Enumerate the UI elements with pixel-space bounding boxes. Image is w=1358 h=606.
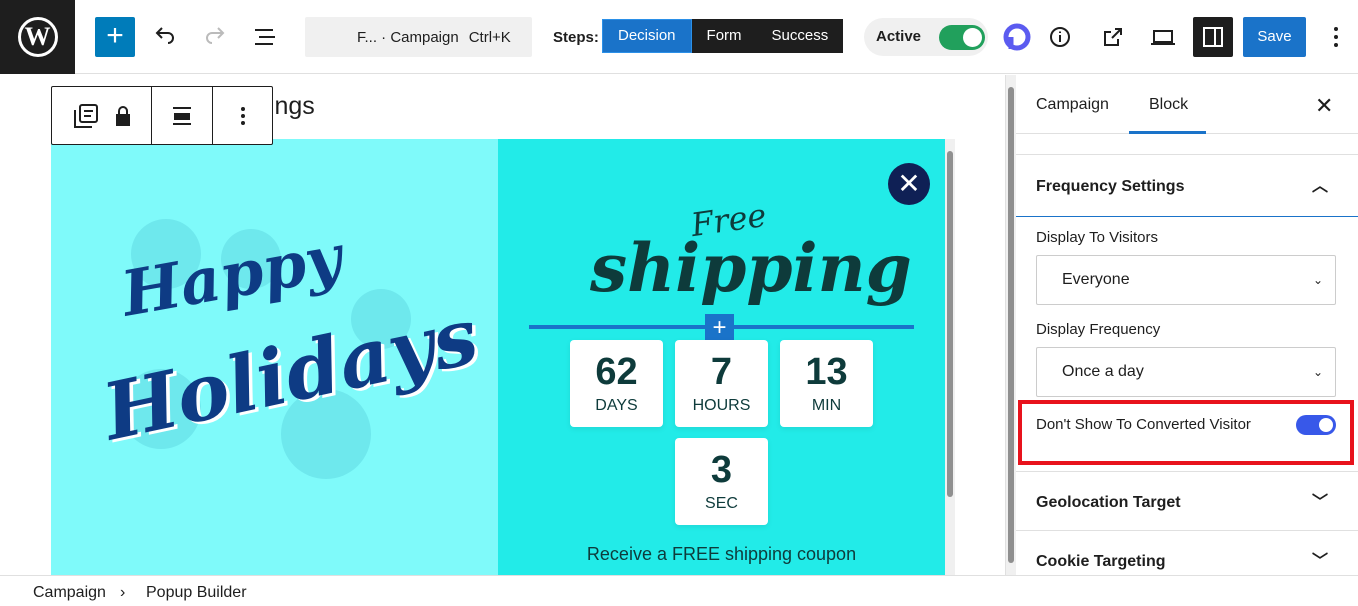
status-label: Active [876,28,922,45]
steps-label: Steps: [553,29,599,46]
status-toggle[interactable] [939,25,985,50]
device-preview-button[interactable] [1146,20,1180,54]
sidebar-icon [1203,27,1223,47]
popup-image-panel[interactable]: Happy Holidays [51,139,498,575]
cookie-targeting-title: Cookie Targeting [1036,553,1166,570]
settings-sidebar-button[interactable] [1193,17,1233,57]
breadcrumb: Campaign › Popup Builder [0,575,1358,606]
coupon-text: Receive a FREE shipping coupon [586,544,857,564]
countdown-unit: MIN [811,397,842,414]
countdown-unit: DAYS [595,397,638,414]
editor-canvas: ttings Happy Holidays ✕ Free shipping + … [0,75,1005,575]
command-shortcut: Ctrl+K [468,28,511,46]
geolocation-target-header[interactable]: Geolocation Target ﹀ [1016,471,1358,531]
countdown-hours: 7 HOURS [675,340,768,427]
countdown-days: 62 DAYS [570,340,663,427]
cookie-targeting-header[interactable]: Cookie Targeting ﹀ [1016,530,1358,575]
undo-button[interactable] [148,20,182,54]
more-vertical-icon [1334,27,1338,47]
document-overview-button[interactable] [248,20,282,54]
add-block-inline-button[interactable]: + [705,314,734,343]
display-to-visitors-label: Display To Visitors [1036,229,1158,246]
countdown-unit: HOURS [692,397,751,414]
chevron-up-icon: ︿ [1311,178,1328,195]
command-title: F... · Campaign [357,28,459,46]
laptop-icon [1151,30,1175,45]
list-view-icon [255,29,275,45]
steps-switcher: Decision Form Success [602,19,844,53]
wordpress-logo-button[interactable]: W [0,0,75,74]
external-link-icon [1104,28,1122,46]
block-options-group [213,87,272,144]
top-toolbar: W + F... · Campaign Ctrl+K Steps: Decisi… [0,0,1358,74]
shipping-text: shipping [590,229,912,307]
plugin-logo-button[interactable] [1000,20,1034,54]
align-icon[interactable] [171,105,193,127]
geolocation-target-title: Geolocation Target [1036,494,1181,511]
align-group [152,87,213,144]
more-vertical-icon[interactable] [240,106,246,126]
sidebar-tabs: Campaign Block ✕ [1016,75,1358,134]
popup-scrollbar[interactable] [947,151,953,497]
info-icon [1050,27,1070,47]
step-success[interactable]: Success [757,19,844,53]
countdown-seconds: 3 SEC [675,438,768,525]
redo-icon [206,27,225,44]
countdown-unit: SEC [705,495,738,512]
countdown-minutes: 13 MIN [780,340,873,427]
info-button[interactable] [1043,20,1077,54]
chevron-down-icon: ⌄ [1312,365,1323,379]
block-type-icon[interactable] [72,102,100,130]
display-frequency-value: Once a day [1062,363,1144,380]
plugin-logo-icon [1003,23,1031,51]
save-button[interactable]: Save [1243,17,1306,57]
chevron-down-icon: ﹀ [1311,553,1328,570]
active-tab-indicator [1129,131,1206,134]
frequency-settings-header[interactable]: Frequency Settings ︿ [1016,154,1358,217]
step-form[interactable]: Form [692,19,757,53]
lock-icon[interactable] [114,105,132,127]
countdown-value: 62 [595,351,638,393]
block-type-group [52,87,152,144]
display-frequency-label: Display Frequency [1036,321,1161,338]
editor-scrollbar-track [1005,75,1016,575]
breadcrumb-campaign[interactable]: Campaign [33,584,106,602]
frequency-settings-title: Frequency Settings [1036,178,1185,195]
undo-icon [155,27,174,44]
block-toolbar [51,86,273,145]
close-sidebar-button[interactable]: ✕ [1315,93,1333,119]
chevron-down-icon: ﹀ [1311,494,1328,511]
status-toggle-container: Active [864,18,988,56]
editor-scrollbar[interactable] [1008,87,1014,563]
popup-content-panel[interactable]: ✕ Free shipping + 62 DAYS 7 HOURS 13 MIN… [498,139,945,575]
breadcrumb-popup-builder[interactable]: Popup Builder [146,584,247,602]
redo-button[interactable] [198,20,232,54]
tab-block[interactable]: Block [1149,96,1188,114]
add-block-button[interactable]: + [95,17,135,57]
wordpress-icon: W [17,17,58,57]
highlight-annotation [1018,400,1354,465]
settings-sidebar: Campaign Block ✕ Frequency Settings ︿ Di… [1016,75,1358,575]
display-to-visitors-select[interactable]: Everyone ⌄ [1036,255,1336,305]
countdown-value: 13 [805,351,848,393]
command-palette-button[interactable]: F... · Campaign Ctrl+K [305,17,532,57]
tab-campaign[interactable]: Campaign [1036,96,1109,114]
popup-close-button[interactable]: ✕ [888,163,930,205]
step-decision[interactable]: Decision [602,19,692,53]
countdown-value: 7 [710,351,733,393]
options-button[interactable] [1319,20,1353,54]
chevron-right-icon: › [120,584,126,601]
countdown-value: 3 [710,449,733,491]
chevron-down-icon: ⌄ [1312,273,1323,287]
preview-external-button[interactable] [1096,20,1130,54]
display-frequency-select[interactable]: Once a day ⌄ [1036,347,1336,397]
display-to-visitors-value: Everyone [1062,271,1130,288]
